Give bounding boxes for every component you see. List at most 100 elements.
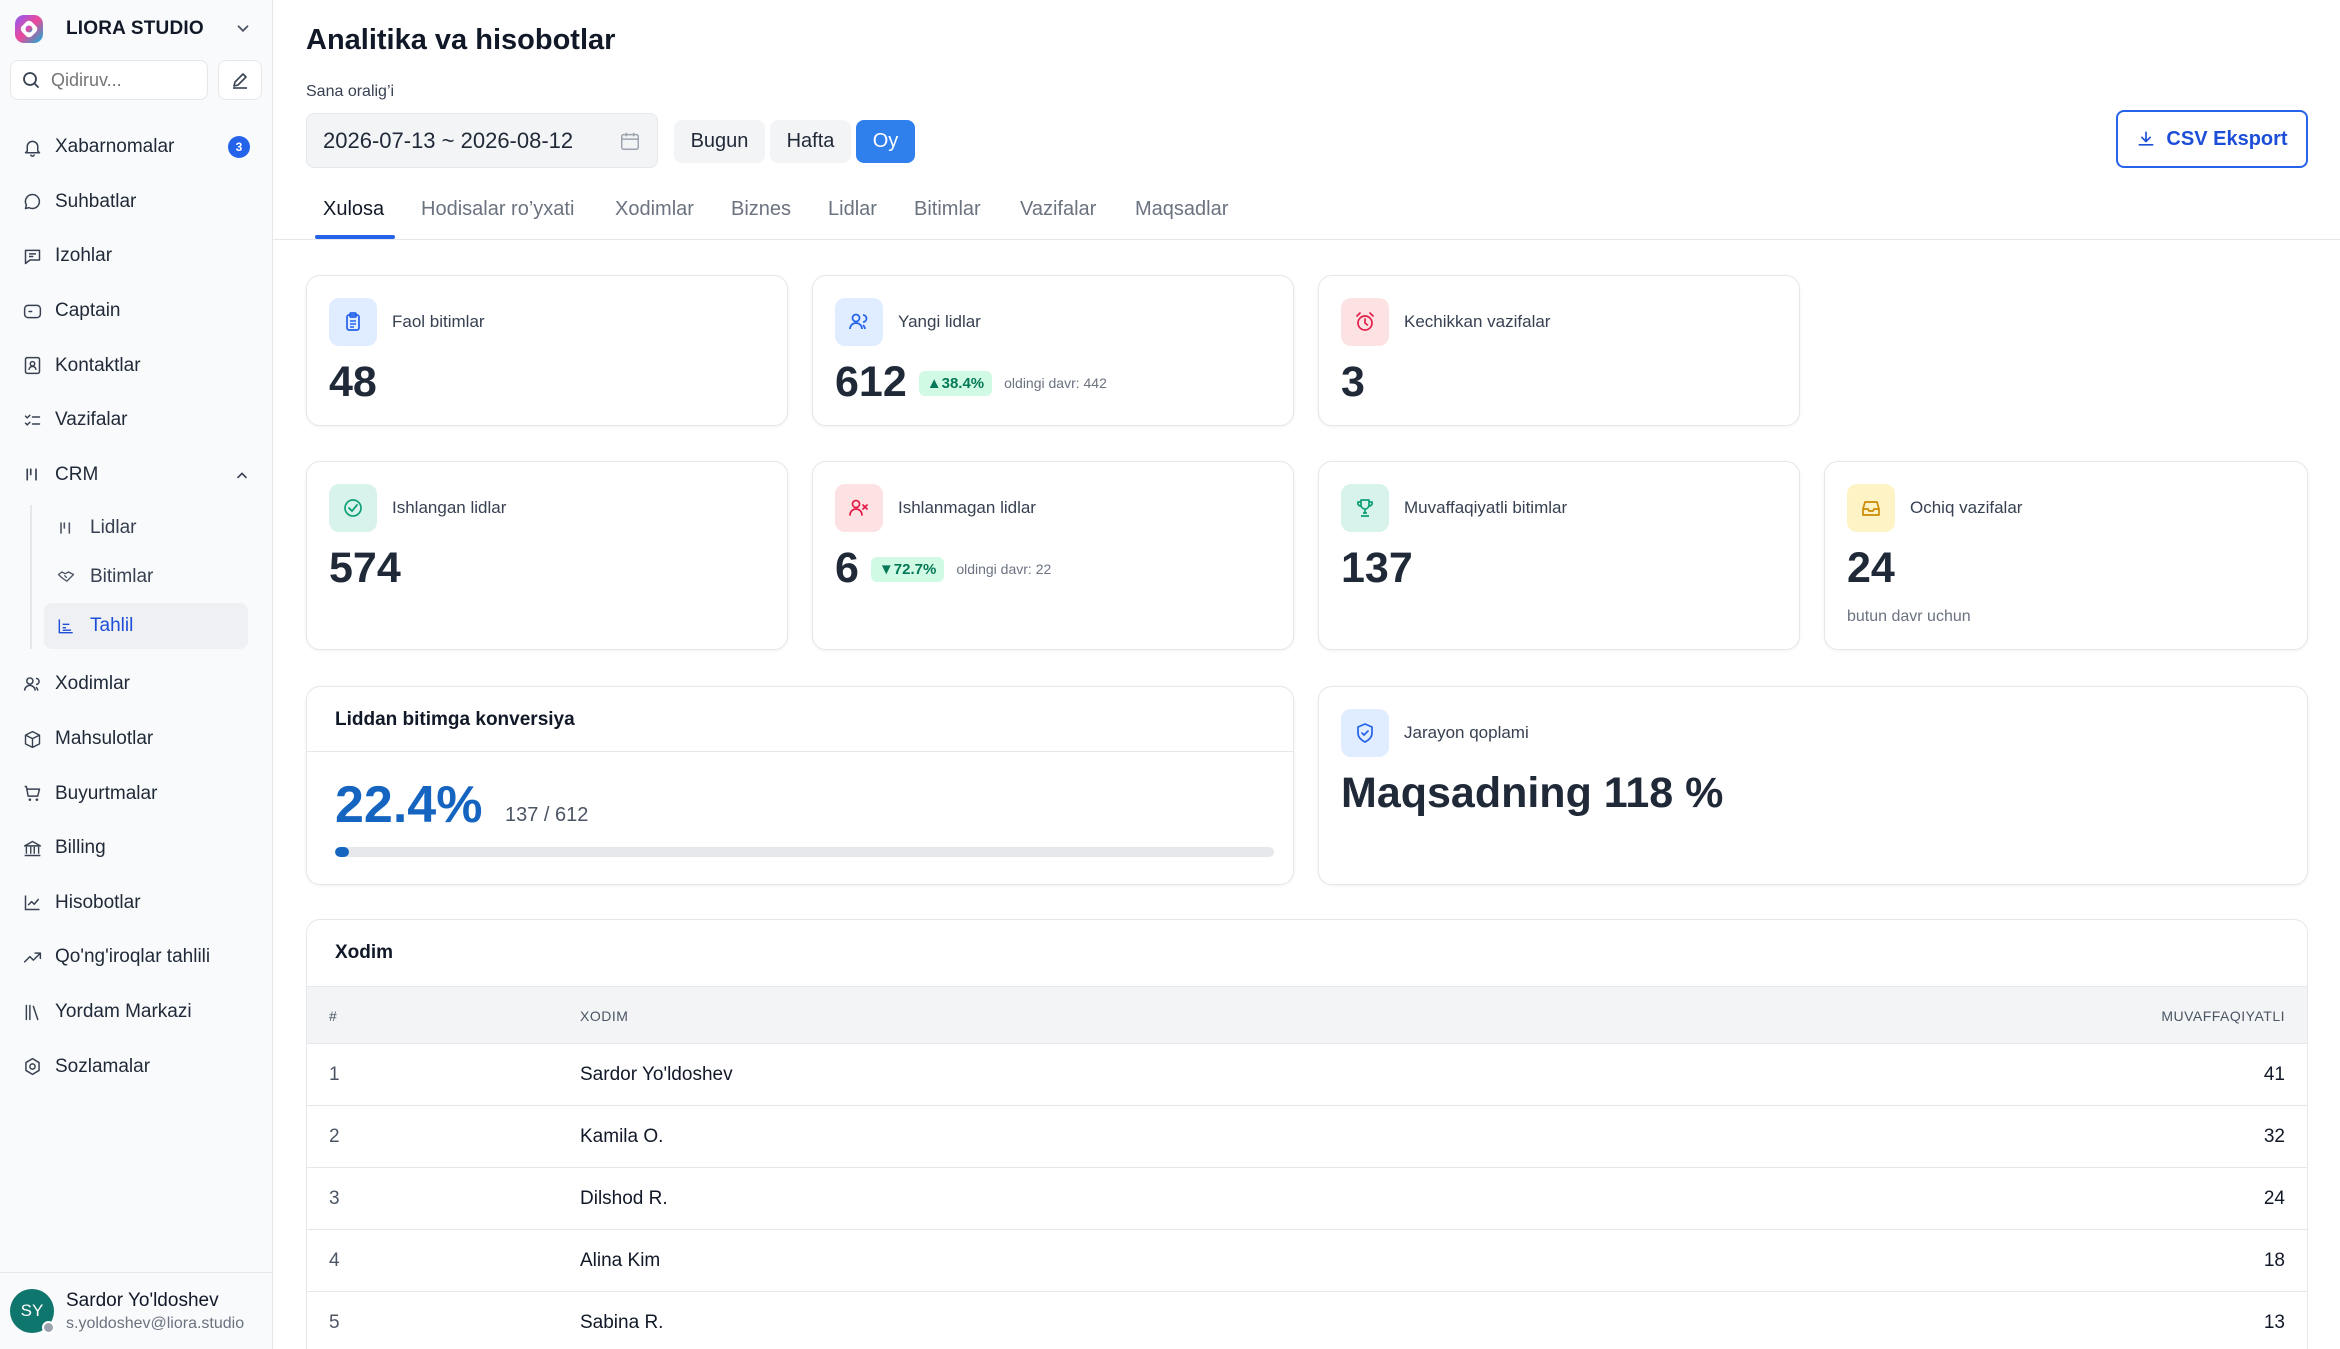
nav-label: Hisobotlar [55,891,141,913]
row-employee-name: Alina Kim [580,1250,661,1271]
nav-label: Tahlil [90,615,134,637]
column-header-index: # [329,1008,338,1024]
tab-tasks[interactable]: Vazifalar [1020,198,1096,240]
row-employee-name: Sardor Yo'ldoshev [580,1064,733,1085]
kpi-card-active-deals: Faol bitimlar 48 [306,275,788,426]
column-header-successful[interactable]: MUVAFFAQIYATLI [2161,1008,2285,1024]
brand-logo-icon [15,15,43,43]
period-month-button[interactable]: Oy [856,120,915,163]
nav-item-contacts[interactable]: Kontaktlar [0,338,272,393]
nav-item-tasks[interactable]: Vazifalar [0,393,272,448]
table-title: Xodim [335,942,394,963]
bank-icon [23,840,42,856]
table-row[interactable]: 4 Alina Kim 18 [307,1230,2307,1292]
kpi-header: Muvaffaqiyatli bitimlar [1341,484,1567,532]
sidebar-item-deals[interactable]: Bitimlar [44,554,248,600]
kpi-value: 24 [1847,544,1895,593]
nav-item-employees[interactable]: Xodimlar [0,657,272,712]
row-successful-count: 13 [2263,1312,2285,1333]
kpi-value-text: 24 [1847,544,1895,592]
sidebar: LIORA STUDIO Xabarnomalar 3 Suhbatlar [0,0,273,1349]
nav-item-call-analytics[interactable]: Qo'ng'iroqlar tahlili [0,930,272,985]
kpi-label: Yangi lidlar [898,312,981,331]
conversion-title: Liddan bitimga konversiya [335,709,575,730]
nav-item-billing[interactable]: Billing [0,821,272,876]
alarm-clock-icon [1341,298,1389,346]
main-nav: Xabarnomalar 3 Suhbatlar Izohlar Captain… [0,120,272,1094]
search-row [0,60,272,100]
trend-icon [23,952,42,963]
nav-label: Captain [55,300,121,322]
nav-item-captain[interactable]: Captain [0,284,272,339]
kpi-label: Muvaffaqiyatli bitimlar [1404,498,1568,517]
conversion-card: Liddan bitimga konversiya 22.4% 137 / 61… [306,686,1294,885]
nav-item-notifications[interactable]: Xabarnomalar 3 [0,120,272,175]
nav-item-reports[interactable]: Hisobotlar [0,876,272,931]
bell-icon [24,140,41,157]
table-row[interactable]: 3 Dilshod R. 24 [307,1168,2307,1230]
period-today-button[interactable]: Bugun [674,120,765,163]
check-circle-icon [329,484,377,532]
column-header-employee[interactable]: XODIM [580,1008,628,1024]
table-row[interactable]: 1 Sardor Yo'ldoshev 41 [307,1044,2307,1106]
nav-item-conversations[interactable]: Suhbatlar [0,175,272,230]
library-icon [25,1004,39,1020]
chart-icon [58,619,73,634]
date-range-value: 2026-07-13 ~ 2026-08-12 [323,127,574,153]
brand-switcher[interactable]: LIORA STUDIO [0,0,272,58]
kpi-header: Ishlanmagan lidlar [835,484,1036,532]
table-header: # XODIM MUVAFFAQIYATLI [307,986,2307,1044]
conversion-percent: 22.4% [335,776,483,834]
tab-deals[interactable]: Bitimlar [914,198,981,240]
app-root: LIORA STUDIO Xabarnomalar 3 Suhbatlar [0,0,2340,1349]
nav-item-orders[interactable]: Buyurtmalar [0,766,272,821]
kpi-header: Kechikkan vazifalar [1341,298,1550,346]
nav-item-products[interactable]: Mahsulotlar [0,712,272,767]
tab-leads[interactable]: Lidlar [828,198,877,240]
box-icon [24,730,41,748]
row-successful-count: 41 [2263,1064,2285,1085]
tab-employees[interactable]: Xodimlar [615,198,694,240]
sidebar-item-leads[interactable]: Lidlar [44,505,248,551]
nav-item-help-center[interactable]: Yordam Markazi [0,985,272,1040]
kpi-card-new-leads: Yangi lidlar 612 ▲38.4% oldingi davr: 44… [812,275,1294,426]
chat-icon [24,194,41,210]
delta-badge: ▼72.7% [870,557,945,582]
download-icon [2138,131,2154,146]
user-profile[interactable]: SY Sardor Yo'ldoshev s.yoldoshev@liora.s… [0,1272,272,1349]
tab-events[interactable]: Hodisalar ro’yxati [421,198,574,240]
nav-label: Suhbatlar [55,190,137,212]
csv-export-button[interactable]: CSV Eksport [2116,110,2308,168]
kpi-card-open-tasks: Ochiq vazifalar 24 butun davr uchun [1824,461,2308,650]
conversion-progress-fill [335,847,349,857]
nav-item-crm[interactable]: CRM [0,448,272,503]
nav-label: Qo'ng'iroqlar tahlili [55,946,211,968]
brand-name: LIORA STUDIO [66,18,204,39]
period-week-button[interactable]: Hafta [770,120,851,163]
nav-item-settings[interactable]: Sozlamalar [0,1039,272,1094]
tab-goals[interactable]: Maqsadlar [1135,198,1228,240]
nav-label: Xodimlar [55,673,130,695]
table-row[interactable]: 2 Kamila O. 32 [307,1106,2307,1168]
date-range-picker[interactable]: 2026-07-13 ~ 2026-08-12 [306,113,658,168]
kpi-header: Faol bitimlar [329,298,485,346]
row-employee-name: Sabina R. [580,1312,664,1333]
page-title: Analitika va hisobotlar [306,24,616,56]
sidebar-item-analytics[interactable]: Tahlil [44,603,248,650]
table-row[interactable]: 5 Sabina R. 13 [307,1292,2307,1349]
row-index: 1 [329,1064,340,1085]
kpi-label: Ishlangan lidlar [392,498,507,517]
previous-period-text: oldingi davr: 22 [956,561,1052,577]
search-box[interactable] [10,60,208,100]
kpi-value: 612 ▲38.4% oldingi davr: 442 [835,358,1107,407]
compose-button[interactable] [218,60,262,100]
tab-business[interactable]: Biznes [731,198,791,240]
nav-label: Yordam Markazi [55,1001,192,1023]
nav-item-notes[interactable]: Izohlar [0,229,272,284]
crm-icon [26,468,37,481]
line-chart-icon [24,895,40,911]
users-icon [23,677,40,691]
kpi-value-text: 574 [329,544,401,592]
tab-summary[interactable]: Xulosa [323,198,384,240]
search-input[interactable] [51,69,171,91]
